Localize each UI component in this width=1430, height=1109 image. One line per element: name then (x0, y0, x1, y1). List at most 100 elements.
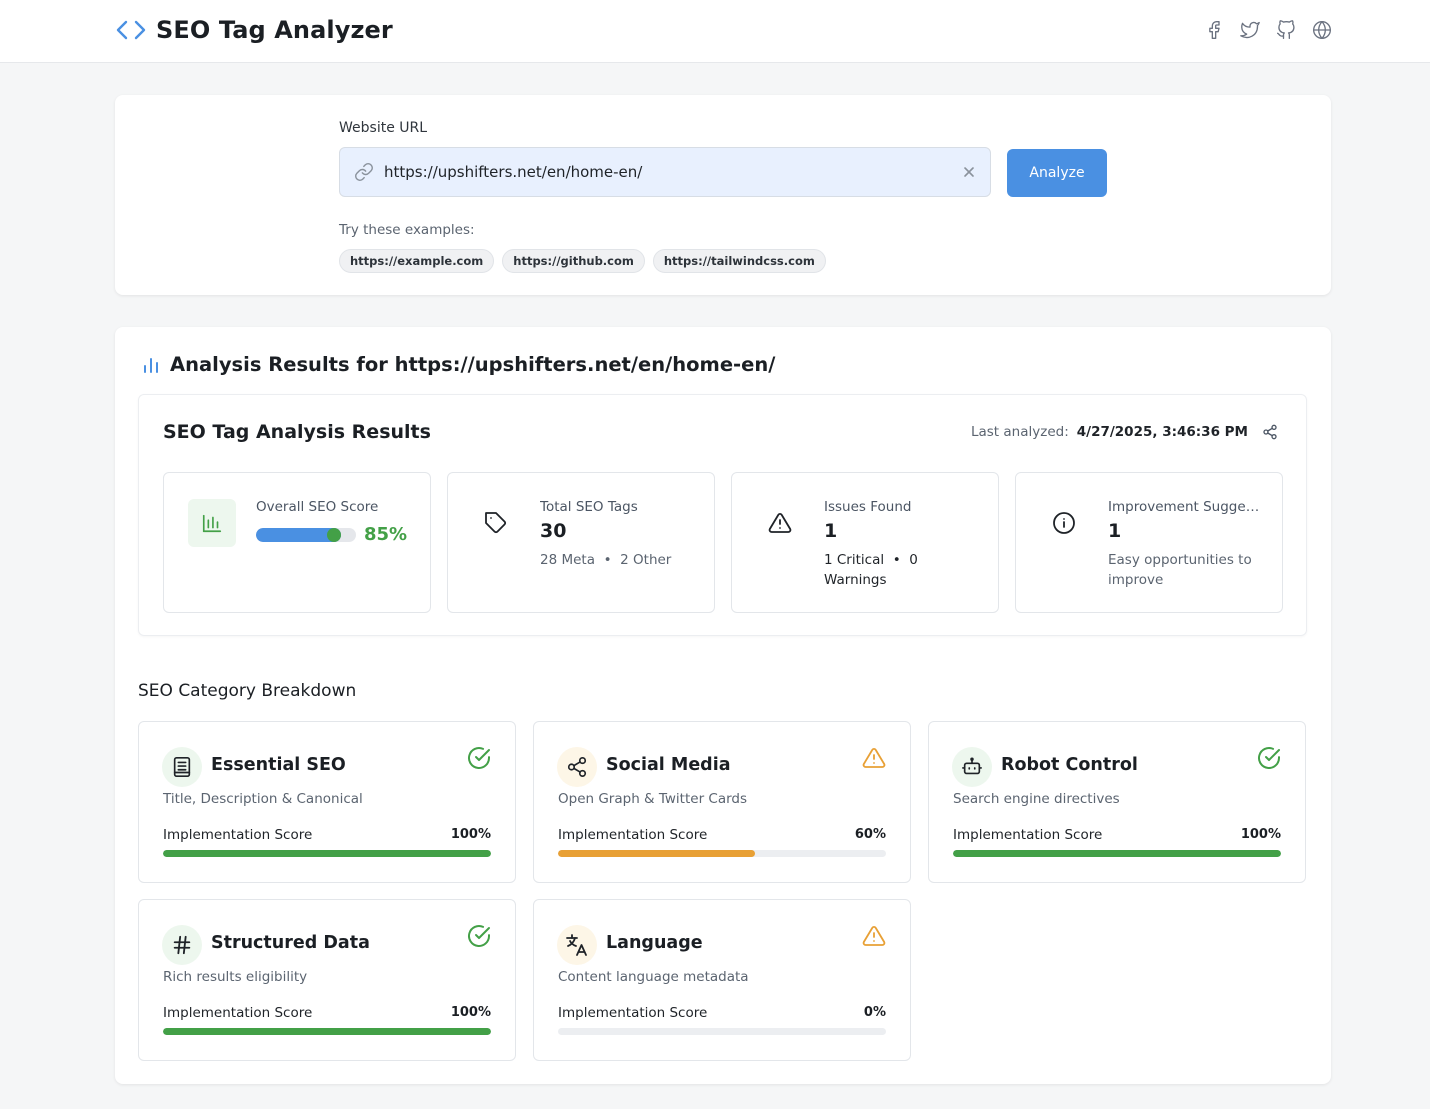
impl-progress-bar (163, 1028, 491, 1035)
impl-progress-bar (953, 850, 1281, 857)
check-circle-icon (467, 924, 491, 948)
twitter-icon[interactable] (1240, 20, 1260, 40)
github-icon[interactable] (1276, 20, 1296, 40)
impl-progress-fill (953, 850, 1281, 857)
last-analyzed-value: 4/27/2025, 3:46:36 PM (1076, 424, 1248, 440)
critical-count: 1 Critical (824, 552, 885, 568)
stat-label: Overall SEO Score (256, 499, 379, 515)
impl-progress-bar (558, 1028, 886, 1035)
category-card-essential-seo[interactable]: Essential SEO Title, Description & Canon… (138, 721, 516, 883)
impl-progress-bar (163, 850, 491, 857)
score-progress-bar (256, 528, 356, 542)
impl-progress-fill (163, 850, 491, 857)
stat-seo-score: Overall SEO Score 85% (163, 472, 431, 613)
stat-suggestions: Improvement Suggestions 1 Easy opportuni… (1015, 472, 1283, 613)
category-card-social-media[interactable]: Social Media Open Graph & Twitter Cards … (533, 721, 911, 883)
impl-score: 100% (1240, 827, 1281, 842)
stat-issues: Issues Found 1 1 Critical • 0 Warnings (731, 472, 999, 613)
impl-label: Implementation Score (163, 1005, 313, 1021)
impl-label: Implementation Score (953, 827, 1103, 843)
impl-score: 100% (450, 1005, 491, 1020)
url-label: Website URL (339, 120, 428, 136)
stat-sub: 28 Meta • 2 Other (540, 550, 700, 570)
category-card-language[interactable]: Language Content language metadata Imple… (533, 899, 911, 1061)
category-desc: Title, Description & Canonical (163, 791, 363, 807)
stat-label: Improvement Suggestions (1108, 499, 1260, 515)
example-chip[interactable]: https://example.com (339, 249, 495, 273)
example-chip[interactable]: https://github.com (502, 249, 645, 273)
social-links (1204, 20, 1332, 40)
stat-value: 30 (540, 520, 567, 542)
dot-separator: • (599, 552, 616, 568)
impl-score: 60% (854, 827, 886, 842)
code-icon (115, 18, 147, 42)
category-title: Language (606, 933, 703, 953)
panel-title: SEO Tag Analysis Results (163, 421, 431, 443)
impl-label: Implementation Score (558, 1005, 708, 1021)
impl-progress-bar (558, 850, 886, 857)
results-title: Analysis Results for https://upshifters.… (170, 353, 776, 376)
top-bar: SEO Tag Analyzer (0, 0, 1430, 63)
score-value: 85% (364, 524, 408, 545)
translate-icon (557, 925, 597, 965)
robot-icon (952, 747, 992, 787)
results-heading: Analysis Results for https://upshifters.… (142, 353, 775, 376)
facebook-icon[interactable] (1204, 20, 1224, 40)
url-input-value[interactable]: https://upshifters.net/en/home-en/ (384, 163, 962, 181)
category-desc: Rich results eligibility (163, 969, 308, 985)
document-icon (162, 747, 202, 787)
stat-label: Total SEO Tags (540, 499, 638, 515)
impl-label: Implementation Score (163, 827, 313, 843)
last-analyzed-label: Last analyzed: (970, 424, 1069, 440)
breakdown-title: SEO Category Breakdown (138, 681, 357, 701)
link-icon (354, 162, 374, 182)
hash-icon (162, 925, 202, 965)
clear-icon[interactable] (962, 165, 976, 179)
chart-icon (188, 499, 236, 547)
category-card-robot-control[interactable]: Robot Control Search engine directives I… (928, 721, 1306, 883)
check-circle-icon (1257, 746, 1281, 770)
impl-score: 100% (450, 827, 491, 842)
stat-sub: Easy opportunities to improve (1108, 552, 1252, 588)
impl-progress-fill (163, 1028, 491, 1035)
category-desc: Content language metadata (558, 969, 749, 985)
warning-icon (862, 746, 886, 770)
brand[interactable]: SEO Tag Analyzer (115, 16, 393, 44)
category-desc: Search engine directives (953, 791, 1120, 807)
stat-sub: 1 Critical • 0 Warnings (824, 550, 984, 590)
stat-value: 1 (824, 520, 838, 542)
stat-value: 1 (1108, 520, 1122, 542)
share-icon[interactable] (1262, 424, 1278, 440)
example-chip[interactable]: https://tailwindcss.com (652, 249, 826, 273)
app-title: SEO Tag Analyzer (156, 16, 393, 44)
stat-total-tags: Total SEO Tags 30 28 Meta • 2 Other (447, 472, 715, 613)
score-progress-fill (256, 528, 341, 542)
last-analyzed: Last analyzed: 4/27/2025, 3:46:36 PM (971, 424, 1278, 440)
stat-label: Issues Found (824, 499, 912, 515)
other-count: 2 Other (620, 552, 672, 568)
analyze-button[interactable]: Analyze (1007, 149, 1107, 197)
category-title: Robot Control (1001, 755, 1138, 775)
analysis-panel: SEO Tag Analysis Results Last analyzed: … (138, 394, 1307, 636)
url-input[interactable]: https://upshifters.net/en/home-en/ (339, 147, 991, 197)
impl-label: Implementation Score (558, 827, 708, 843)
check-circle-icon (467, 746, 491, 770)
impl-score: 0% (863, 1005, 886, 1020)
globe-icon[interactable] (1312, 20, 1332, 40)
category-desc: Open Graph & Twitter Cards (558, 791, 748, 807)
bar-chart-icon (142, 356, 160, 374)
warning-icon (756, 499, 804, 547)
share-icon (557, 747, 597, 787)
category-card-structured-data[interactable]: Structured Data Rich results eligibility… (138, 899, 516, 1061)
info-icon (1040, 499, 1088, 547)
category-title: Essential SEO (211, 755, 346, 775)
url-form-card: Website URL https://upshifters.net/en/ho… (115, 95, 1331, 295)
category-title: Social Media (606, 755, 731, 775)
dot-separator: • (888, 552, 905, 568)
example-chips: https://example.com https://github.com h… (339, 249, 826, 273)
examples-label: Try these examples: (339, 222, 475, 238)
impl-progress-fill (558, 850, 755, 857)
tag-icon (472, 499, 520, 547)
meta-count: 28 Meta (540, 552, 595, 568)
warning-icon (862, 924, 886, 948)
